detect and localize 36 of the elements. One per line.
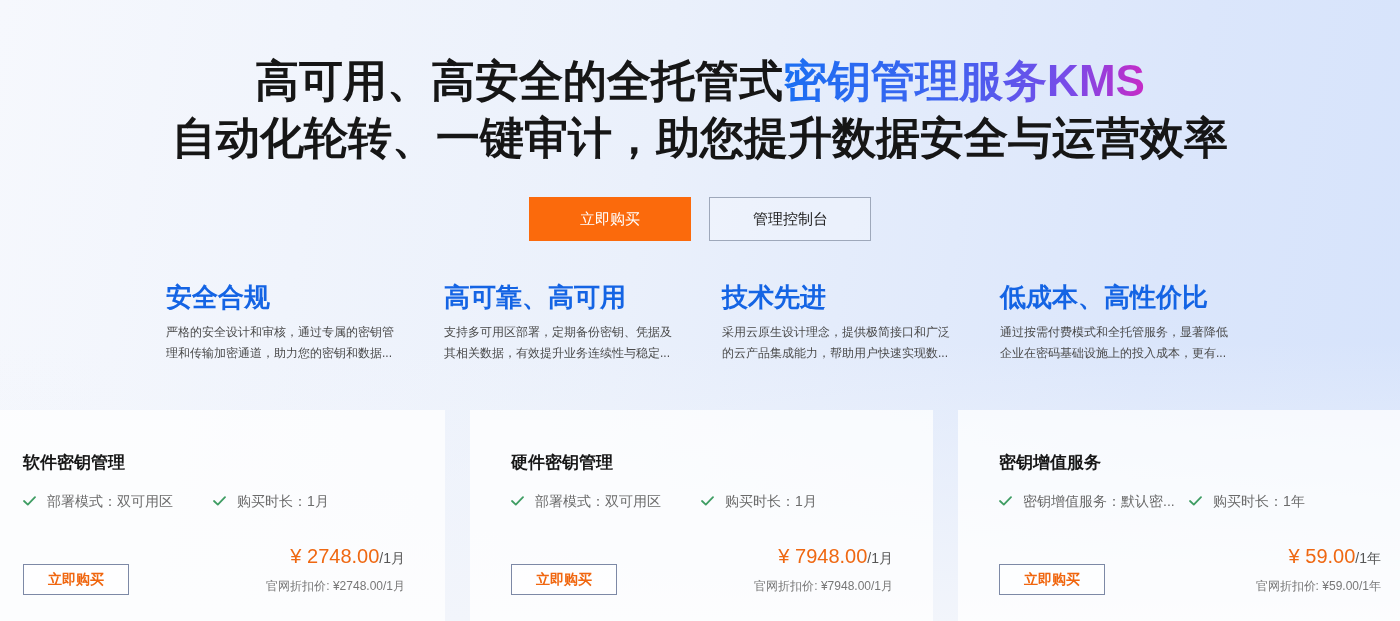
headline: 高可用、高安全的全托管式密钥管理服务KMS <box>255 55 1145 107</box>
check-icon <box>1189 496 1202 506</box>
discount-price: 官网折扣价: ¥59.00/1年 <box>1255 578 1381 595</box>
console-button[interactable]: 管理控制台 <box>709 197 871 241</box>
headline: 自动化轮转、一键审计，助您提升数据安全与运营效率 <box>172 112 1228 164</box>
price: ¥ 7948.00/1月 <box>778 544 893 569</box>
check-icon <box>23 496 36 506</box>
spec-text: 部署模式：双可用区 <box>535 492 661 511</box>
spec-text: 部署模式：双可用区 <box>47 492 173 511</box>
price: ¥ 59.00/1年 <box>1288 544 1381 569</box>
discount-price: 官网折扣价: ¥7948.00/1月 <box>754 578 893 595</box>
spec-text: 密钥增值服务：默认密... <box>1023 492 1175 511</box>
feature-description: 严格的安全设计和审核，通过专属的密钥管理和传输加密通道，助力您的密钥和数据... <box>166 324 395 362</box>
buy-now-button[interactable]: 立即购买 <box>999 564 1105 595</box>
price: ¥ 2748.00/1月 <box>290 544 405 569</box>
check-icon <box>511 496 524 506</box>
spec-text: 购买时长：1年 <box>1213 492 1305 511</box>
feature-title: 安全合规 <box>166 282 270 312</box>
buy-now-button[interactable]: 立即购买 <box>511 564 617 595</box>
feature-title: 高可靠、高可用 <box>444 282 626 312</box>
feature-title: 技术先进 <box>722 282 826 312</box>
product-name: 密钥增值服务 <box>999 452 1101 474</box>
product-name: 软件密钥管理 <box>23 452 125 474</box>
feature-description: 通过按需付费模式和全托管服务，显著降低企业在密码基础设施上的投入成本，更有... <box>1000 324 1229 362</box>
check-icon <box>213 496 226 506</box>
spec-text: 购买时长：1月 <box>725 492 817 511</box>
spec-text: 购买时长：1月 <box>237 492 329 511</box>
buy-now-button[interactable]: 立即购买 <box>23 564 129 595</box>
feature-title: 低成本、高性价比 <box>1000 282 1208 312</box>
buy-now-button[interactable]: 立即购买 <box>529 197 691 241</box>
check-icon <box>701 496 714 506</box>
feature-description: 支持多可用区部署，定期备份密钥、凭据及其相关数据，有效提升业务连续性与稳定... <box>444 324 673 362</box>
feature-description: 采用云原生设计理念，提供极简接口和广泛的云产品集成能力，帮助用户快速实现数... <box>722 324 951 362</box>
discount-price: 官网折扣价: ¥2748.00/1月 <box>266 578 405 595</box>
check-icon <box>999 496 1012 506</box>
product-name: 硬件密钥管理 <box>511 452 613 474</box>
